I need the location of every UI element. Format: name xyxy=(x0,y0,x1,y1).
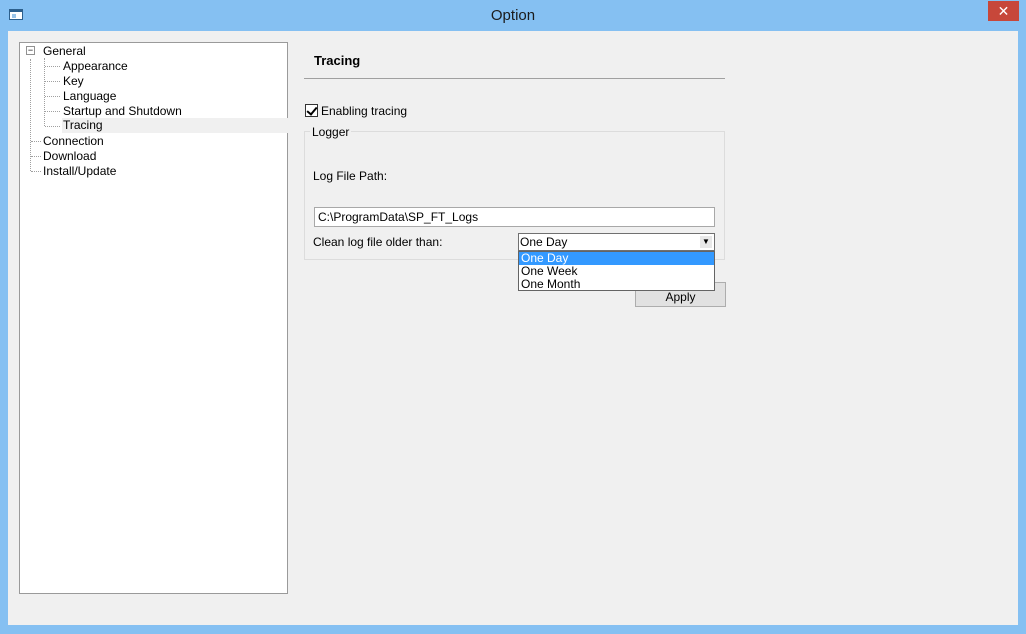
tree-connector-line xyxy=(45,81,60,82)
tree-connector-line xyxy=(30,59,31,171)
tree-item-key[interactable]: Key xyxy=(63,74,84,89)
options-tree[interactable]: − General Appearance Key Language Startu… xyxy=(19,42,289,594)
tree-item-connection[interactable]: Connection xyxy=(43,134,104,149)
title-bar[interactable]: Option ✕ xyxy=(0,0,1026,31)
tree-connector-line xyxy=(45,111,60,112)
clean-log-selected-value: One Day xyxy=(520,235,568,249)
page-title: Tracing xyxy=(314,53,361,68)
clean-log-select[interactable]: One Day ▼ xyxy=(518,233,715,251)
tree-connector-line xyxy=(44,58,45,126)
clean-log-label: Clean log file older than: xyxy=(313,235,443,249)
tree-item-startup-and-shutdown[interactable]: Startup and Shutdown xyxy=(63,104,182,119)
collapse-icon[interactable]: − xyxy=(26,46,35,55)
options-window: Option ✕ − General Appearance Key Langua… xyxy=(0,0,1026,634)
enable-tracing-checkbox[interactable] xyxy=(305,104,318,117)
log-file-path-label: Log File Path: xyxy=(313,169,388,183)
tree-item-appearance[interactable]: Appearance xyxy=(63,59,128,74)
tree-item-tracing[interactable]: Tracing xyxy=(62,118,289,133)
window-title: Option xyxy=(490,7,536,24)
tree-connector-line xyxy=(31,141,41,142)
chevron-down-icon[interactable]: ▼ xyxy=(700,236,712,248)
tree-item-language[interactable]: Language xyxy=(63,89,116,104)
tree-connector-line xyxy=(31,171,41,172)
logger-groupbox-title: Logger xyxy=(310,125,352,139)
checkmark-icon xyxy=(306,104,318,116)
clean-log-dropdown-list[interactable]: One Day One Week One Month xyxy=(518,251,715,291)
tree-item-general[interactable]: General xyxy=(43,44,86,59)
tree-item-install-update[interactable]: Install/Update xyxy=(43,164,116,179)
log-file-path-input[interactable]: C:\ProgramData\SP_FT_Logs xyxy=(314,207,715,227)
title-divider xyxy=(304,78,725,79)
dropdown-option-one-month[interactable]: One Month xyxy=(519,278,714,291)
enable-tracing-label[interactable]: Enabling tracing xyxy=(321,104,407,118)
tree-connector-line xyxy=(45,126,60,127)
dialog-body: − General Appearance Key Language Startu… xyxy=(8,31,1018,625)
tree-connector-line xyxy=(31,156,41,157)
tree-connector-line xyxy=(45,96,60,97)
close-button[interactable]: ✕ xyxy=(988,1,1019,21)
tree-item-download[interactable]: Download xyxy=(43,149,96,164)
tree-connector-line xyxy=(45,66,60,67)
